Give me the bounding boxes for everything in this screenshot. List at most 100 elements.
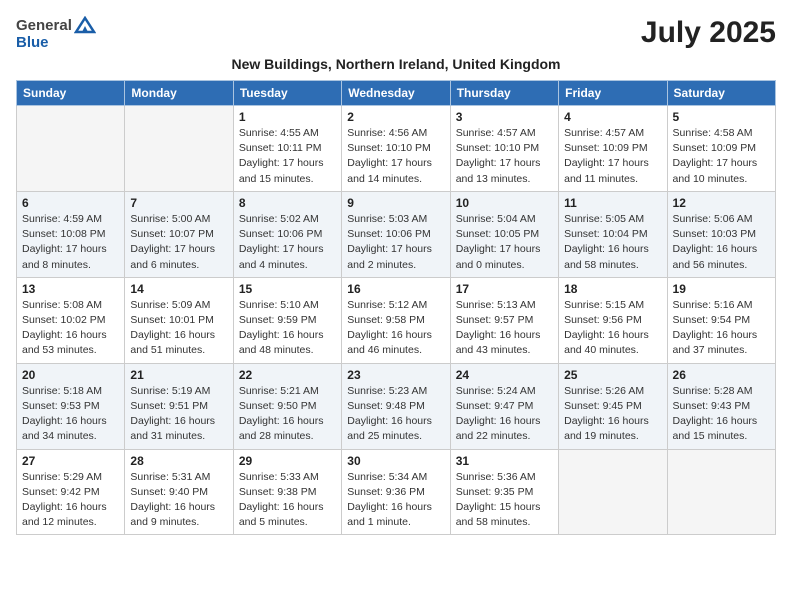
calendar-cell: 24Sunrise: 5:24 AM Sunset: 9:47 PM Dayli… [450,363,558,449]
day-number: 17 [456,282,553,296]
calendar-cell: 1Sunrise: 4:55 AM Sunset: 10:11 PM Dayli… [233,106,341,192]
day-number: 10 [456,196,553,210]
day-number: 29 [239,454,336,468]
calendar-cell: 17 Sunrise: 5:13 AM Sunset: 9:57 PM Dayli… [450,277,558,363]
calendar-cell: 9Sunrise: 5:03 AM Sunset: 10:06 PM Dayli… [342,191,450,277]
calendar-cell: 8 Sunrise: 5:02 AM Sunset: 10:06 PM Dayli… [233,191,341,277]
col-header-monday: Monday [125,81,233,106]
day-detail: Sunrise: 5:13 AM Sunset: 9:57 PM Dayligh… [456,298,553,359]
day-detail: Sunrise: 5:23 AM Sunset: 9:48 PM Dayligh… [347,384,444,445]
day-number: 23 [347,368,444,382]
day-number: 5 [673,110,770,124]
day-detail: Sunrise: 5:28 AM Sunset: 9:43 PM Dayligh… [673,384,770,445]
day-detail: Sunrise: 5:12 AM Sunset: 9:58 PM Dayligh… [347,298,444,359]
day-number: 13 [22,282,119,296]
day-detail: Sunrise: 5:29 AM Sunset: 9:42 PM Dayligh… [22,470,119,531]
calendar-cell: 21Sunrise: 5:19 AM Sunset: 9:51 PM Dayli… [125,363,233,449]
day-detail: Sunrise: 5:10 AM Sunset: 9:59 PM Dayligh… [239,298,336,359]
day-number: 22 [239,368,336,382]
calendar-cell: 16 Sunrise: 5:12 AM Sunset: 9:58 PM Dayli… [342,277,450,363]
day-number: 11 [564,196,661,210]
calendar-cell: 27 Sunrise: 5:29 AM Sunset: 9:42 PM Dayli… [17,449,125,535]
calendar-cell: 22 Sunrise: 5:21 AM Sunset: 9:50 PM Dayli… [233,363,341,449]
day-number: 16 [347,282,444,296]
col-header-saturday: Saturday [667,81,775,106]
day-number: 7 [130,196,227,210]
calendar-cell: 12 Sunrise: 5:06 AM Sunset: 10:03 PM Dayl… [667,191,775,277]
location-title: New Buildings, Northern Ireland, United … [16,56,776,72]
calendar-cell: 18Sunrise: 5:15 AM Sunset: 9:56 PM Dayli… [559,277,667,363]
day-number: 8 [239,196,336,210]
calendar-week-row: 27 Sunrise: 5:29 AM Sunset: 9:42 PM Dayli… [17,449,776,535]
day-detail: Sunrise: 5:24 AM Sunset: 9:47 PM Dayligh… [456,384,553,445]
calendar-week-row: 13 Sunrise: 5:08 AM Sunset: 10:02 PM Dayl… [17,277,776,363]
day-number: 30 [347,454,444,468]
day-number: 19 [673,282,770,296]
col-header-friday: Friday [559,81,667,106]
calendar-cell [17,106,125,192]
calendar-header-row: SundayMondayTuesdayWednesdayThursdayFrid… [17,81,776,106]
calendar-cell: 26Sunrise: 5:28 AM Sunset: 9:43 PM Dayli… [667,363,775,449]
calendar-cell: 11Sunrise: 5:05 AM Sunset: 10:04 PM Dayl… [559,191,667,277]
day-detail: Sunrise: 5:16 AM Sunset: 9:54 PM Dayligh… [673,298,770,359]
day-number: 12 [673,196,770,210]
day-detail: Sunrise: 5:09 AM Sunset: 10:01 PM Daylig… [130,298,227,359]
logo: General Blue [16,16,96,52]
logo-icon [74,16,96,34]
col-header-tuesday: Tuesday [233,81,341,106]
day-detail: Sunrise: 4:59 AM Sunset: 10:08 PM Daylig… [22,212,119,273]
calendar-cell: 20 Sunrise: 5:18 AM Sunset: 9:53 PM Dayli… [17,363,125,449]
day-detail: Sunrise: 5:04 AM Sunset: 10:05 PM Daylig… [456,212,553,273]
calendar-cell: 5 Sunrise: 4:58 AM Sunset: 10:09 PM Dayli… [667,106,775,192]
calendar-cell: 4 Sunrise: 4:57 AM Sunset: 10:09 PM Dayli… [559,106,667,192]
col-header-wednesday: Wednesday [342,81,450,106]
page-title: July 2025 [641,16,776,50]
calendar-cell: 2 Sunrise: 4:56 AM Sunset: 10:10 PM Dayli… [342,106,450,192]
calendar-cell: 15 Sunrise: 5:10 AM Sunset: 9:59 PM Dayli… [233,277,341,363]
calendar-table: SundayMondayTuesdayWednesdayThursdayFrid… [16,80,776,535]
day-detail: Sunrise: 4:57 AM Sunset: 10:10 PM Daylig… [456,126,553,187]
day-detail: Sunrise: 5:06 AM Sunset: 10:03 PM Daylig… [673,212,770,273]
calendar-cell: 13 Sunrise: 5:08 AM Sunset: 10:02 PM Dayl… [17,277,125,363]
day-number: 6 [22,196,119,210]
col-header-sunday: Sunday [17,81,125,106]
day-number: 27 [22,454,119,468]
day-detail: Sunrise: 5:31 AM Sunset: 9:40 PM Dayligh… [130,470,227,531]
calendar-cell [667,449,775,535]
day-number: 4 [564,110,661,124]
day-number: 21 [130,368,227,382]
calendar-week-row: 6 Sunrise: 4:59 AM Sunset: 10:08 PM Dayli… [17,191,776,277]
calendar-cell: 6 Sunrise: 4:59 AM Sunset: 10:08 PM Dayli… [17,191,125,277]
day-detail: Sunrise: 4:57 AM Sunset: 10:09 PM Daylig… [564,126,661,187]
calendar-cell: 14Sunrise: 5:09 AM Sunset: 10:01 PM Dayl… [125,277,233,363]
day-detail: Sunrise: 4:56 AM Sunset: 10:10 PM Daylig… [347,126,444,187]
calendar-cell: 29 Sunrise: 5:33 AM Sunset: 9:38 PM Dayli… [233,449,341,535]
day-detail: Sunrise: 5:18 AM Sunset: 9:53 PM Dayligh… [22,384,119,445]
day-detail: Sunrise: 5:33 AM Sunset: 9:38 PM Dayligh… [239,470,336,531]
day-number: 15 [239,282,336,296]
day-detail: Sunrise: 4:58 AM Sunset: 10:09 PM Daylig… [673,126,770,187]
day-number: 2 [347,110,444,124]
calendar-cell: 19 Sunrise: 5:16 AM Sunset: 9:54 PM Dayli… [667,277,775,363]
day-number: 1 [239,110,336,124]
page-header: General Blue July 2025 [16,16,776,52]
logo-general: General [16,17,72,34]
calendar-cell: 23 Sunrise: 5:23 AM Sunset: 9:48 PM Dayli… [342,363,450,449]
calendar-cell [125,106,233,192]
day-detail: Sunrise: 5:26 AM Sunset: 9:45 PM Dayligh… [564,384,661,445]
day-number: 20 [22,368,119,382]
day-detail: Sunrise: 5:08 AM Sunset: 10:02 PM Daylig… [22,298,119,359]
day-number: 9 [347,196,444,210]
calendar-cell [559,449,667,535]
calendar-week-row: 20 Sunrise: 5:18 AM Sunset: 9:53 PM Dayli… [17,363,776,449]
day-detail: Sunrise: 5:00 AM Sunset: 10:07 PM Daylig… [130,212,227,273]
col-header-thursday: Thursday [450,81,558,106]
calendar-cell: 25Sunrise: 5:26 AM Sunset: 9:45 PM Dayli… [559,363,667,449]
calendar-cell: 7 Sunrise: 5:00 AM Sunset: 10:07 PM Dayli… [125,191,233,277]
calendar-cell: 28 Sunrise: 5:31 AM Sunset: 9:40 PM Dayli… [125,449,233,535]
calendar-cell: 30Sunrise: 5:34 AM Sunset: 9:36 PM Dayli… [342,449,450,535]
day-detail: Sunrise: 5:21 AM Sunset: 9:50 PM Dayligh… [239,384,336,445]
calendar-cell: 10 Sunrise: 5:04 AM Sunset: 10:05 PM Dayl… [450,191,558,277]
day-detail: Sunrise: 5:02 AM Sunset: 10:06 PM Daylig… [239,212,336,273]
day-number: 28 [130,454,227,468]
